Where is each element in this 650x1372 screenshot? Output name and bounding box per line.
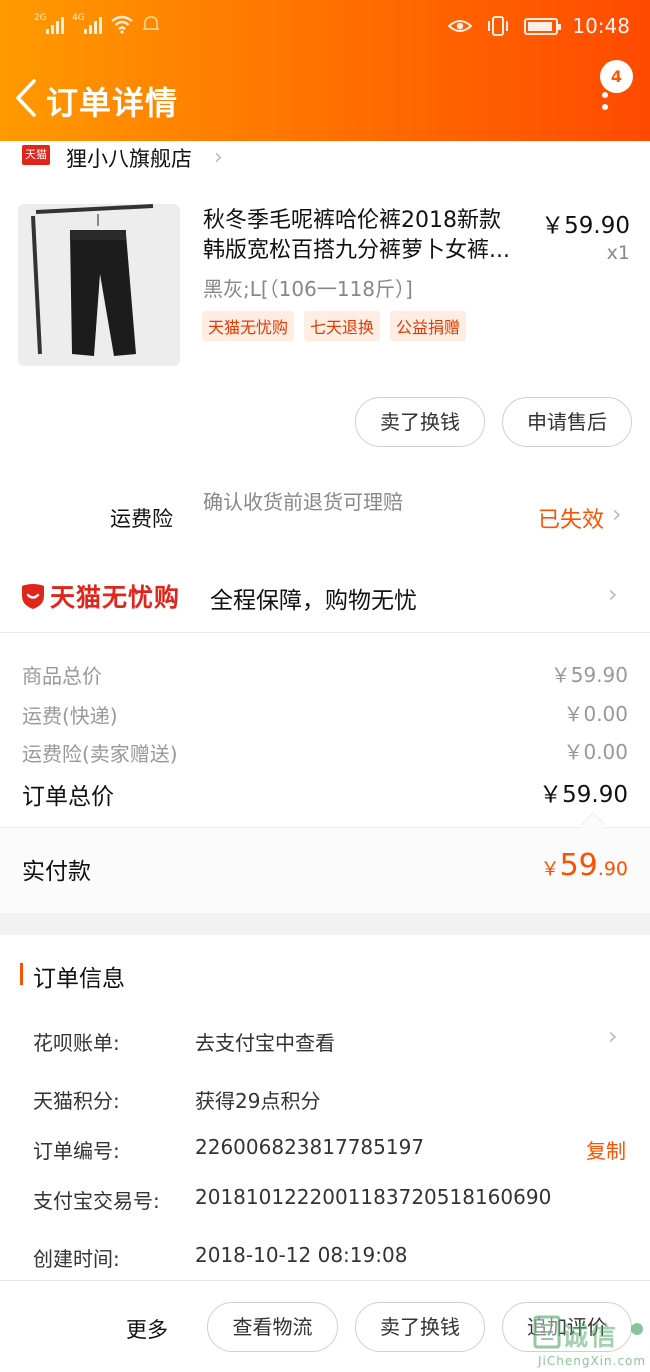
section-gap	[0, 913, 650, 935]
tag-7day-return: 七天退换	[304, 311, 381, 341]
order-number-value: 226006823817785197	[195, 1135, 425, 1159]
alipay-trade-no-value: 2018101222001183720518160690	[195, 1185, 552, 1209]
alipay-trade-no-label: 支付宝交易号:	[33, 1189, 160, 1213]
shop-name: 狸小八旗舰店	[66, 147, 192, 171]
order-total-label: 订单总价	[22, 784, 114, 810]
sell-for-cash-bottom-button[interactable]: 卖了换钱	[355, 1302, 485, 1352]
signal-4g-icon: 4G	[72, 13, 102, 34]
tmall-worry-free-brand: 天猫无忧购	[50, 583, 181, 612]
order-number-label: 订单编号:	[33, 1139, 120, 1163]
chevron-right-icon: ›	[214, 145, 223, 170]
chevron-right-icon[interactable]: ›	[612, 500, 622, 528]
back-arrow-icon[interactable]	[12, 78, 48, 118]
order-info-title: 订单信息	[33, 966, 125, 992]
product-tags: 天猫无忧购 七天退换 公益捐赠	[202, 311, 467, 341]
copy-order-number-button[interactable]: 复制	[586, 1135, 626, 1164]
signal-2g-label: 2G	[34, 13, 47, 23]
product-thumbnail[interactable]	[18, 204, 180, 366]
tmall-worry-free-logo: 天猫无忧购	[20, 578, 180, 614]
paid-label: 实付款	[22, 859, 91, 885]
battery-icon	[524, 17, 562, 35]
cost-value-goods: ￥59.90	[550, 663, 628, 687]
product-price: ￥59.90	[541, 213, 630, 239]
section-accent-bar	[20, 963, 23, 985]
more-menu-icon[interactable]	[602, 92, 612, 116]
tag-worry-free: 天猫无忧购	[202, 311, 295, 341]
cost-value-shipping: ￥0.00	[563, 702, 628, 726]
cost-label-shipping: 运费(快递)	[22, 704, 118, 728]
shipping-insurance-status[interactable]: 已失效	[538, 502, 604, 534]
paid-value: ￥59.90	[540, 848, 628, 883]
watermark-text: 诚信	[562, 1322, 619, 1352]
tmall-points-label: 天猫积分:	[33, 1089, 120, 1113]
tag-charity: 公益捐赠	[390, 311, 467, 341]
chevron-right-icon[interactable]: ›	[608, 1022, 618, 1050]
cost-label-insurance: 运费险(卖家赠送)	[22, 742, 178, 766]
signal-4g-label: 4G	[72, 13, 85, 23]
shipping-insurance-desc: 确认收货前退货可理赔	[203, 490, 403, 514]
created-time-label: 创建时间:	[33, 1247, 120, 1271]
product-title[interactable]: 秋冬季毛呢裤哈伦裤2018新款 韩版宽松百搭九分裤萝卜女裤...	[203, 206, 533, 266]
chevron-right-icon[interactable]: ›	[608, 580, 618, 608]
signal-2g-icon: 2G	[34, 13, 64, 34]
notification-icon	[143, 16, 159, 30]
vibrate-icon	[488, 16, 509, 36]
wifi-icon	[111, 15, 133, 34]
shop-row[interactable]: 天猫 狸小八旗舰店 ›	[0, 141, 650, 171]
more-actions-button[interactable]: 更多	[126, 1314, 168, 1344]
cost-label-goods: 商品总价	[22, 664, 102, 688]
divider	[0, 632, 650, 633]
product-sku: 黑灰;L[（106一118斤）]	[203, 277, 413, 301]
status-time: 10:48	[572, 14, 630, 38]
huabei-label: 花呗账单:	[33, 1031, 120, 1055]
app-header: 2G 4G 10:48 订单详情 4	[0, 0, 650, 141]
view-logistics-button[interactable]: 查看物流	[207, 1302, 338, 1352]
product-title-line1: 秋冬季毛呢裤哈伦裤2018新款	[203, 208, 501, 233]
after-sales-button[interactable]: 申请售后	[502, 397, 632, 447]
page-title: 订单详情	[46, 84, 179, 122]
tmall-logo: 天猫	[22, 145, 50, 165]
tmall-points-value: 获得29点积分	[195, 1089, 321, 1113]
message-count-badge[interactable]: 4	[600, 60, 633, 93]
shield-icon	[22, 584, 44, 609]
shipping-insurance-label: 运费险	[110, 507, 173, 531]
created-time-value: 2018-10-12 08:19:08	[195, 1243, 408, 1267]
cost-value-insurance: ￥0.00	[563, 740, 628, 764]
watermark-subtext: JiChengXin.com	[538, 1354, 647, 1368]
order-total-value: ￥59.90	[539, 782, 628, 808]
product-title-line2: 韩版宽松百搭九分裤萝卜女裤...	[203, 238, 510, 263]
eye-comfort-icon	[448, 20, 473, 32]
tmall-worry-free-slogan[interactable]: 全程保障，购物无忧	[210, 581, 417, 615]
status-bar: 2G 4G 10:48	[0, 0, 650, 56]
product-quantity: x1	[606, 242, 630, 264]
sell-for-cash-button[interactable]: 卖了换钱	[355, 397, 485, 447]
huabei-value[interactable]: 去支付宝中查看	[195, 1027, 335, 1056]
